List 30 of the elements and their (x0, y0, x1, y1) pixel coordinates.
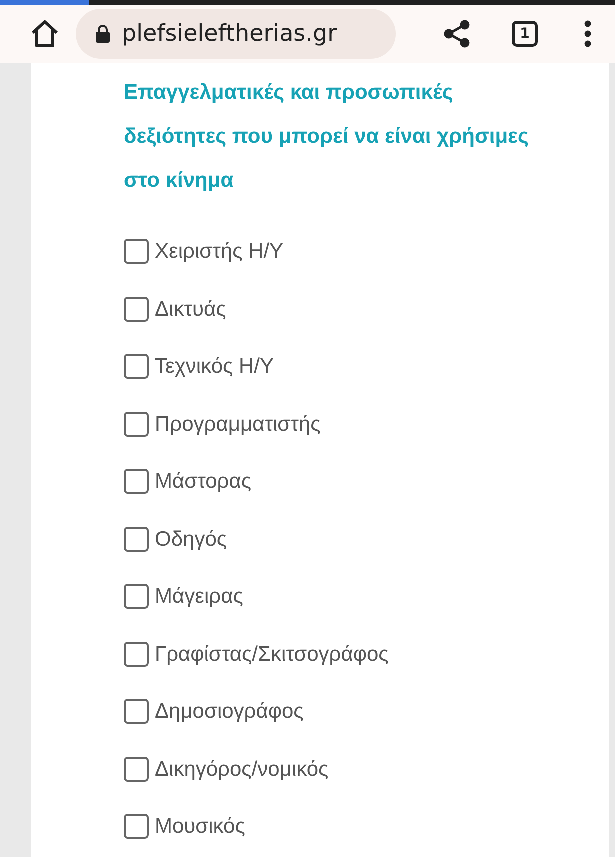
option-label: Προγραμματιστής (155, 412, 321, 438)
option-label: Δικηγόρος/νομικός (155, 756, 329, 782)
option-label: Μάστορας (155, 469, 252, 495)
option-label: Μουσικός (155, 814, 246, 840)
checkbox[interactable] (124, 469, 149, 494)
tab-count-button[interactable]: 1 (512, 21, 538, 47)
address-bar[interactable]: plefsieleftherias.gr (76, 9, 396, 59)
lock-icon (96, 25, 110, 43)
option-label: Χειριστής Η/Υ (155, 239, 284, 265)
checkbox[interactable] (124, 756, 149, 782)
checkbox[interactable] (124, 814, 149, 840)
option-label: Δημοσιογράφος (155, 699, 304, 725)
checkbox[interactable] (124, 699, 149, 724)
checkbox[interactable] (124, 354, 149, 380)
checkbox[interactable] (124, 239, 149, 264)
option-label: Τεχνικός Η/Υ (155, 354, 274, 380)
more-menu-icon[interactable] (584, 20, 592, 48)
checkbox[interactable] (124, 412, 149, 437)
option-label: Δικτυάς (155, 296, 226, 322)
option-label: Γραφίστας/Σκιτσογράφος (155, 642, 389, 668)
section-title: Επαγγελματικές και προσωπικές δεξιότητες που μπορεί να είναι χρήσιμες στο κίνημα (124, 80, 530, 194)
checkbox[interactable] (124, 296, 149, 322)
checkbox[interactable] (124, 526, 149, 552)
home-icon[interactable] (30, 20, 60, 48)
checkbox[interactable] (124, 584, 149, 610)
option-label: Μάγειρας (155, 584, 244, 610)
url-text: plefsieleftherias.gr (122, 20, 338, 49)
share-icon[interactable] (444, 20, 470, 48)
checkbox[interactable] (124, 642, 149, 667)
option-label: Οδηγός (155, 526, 228, 552)
